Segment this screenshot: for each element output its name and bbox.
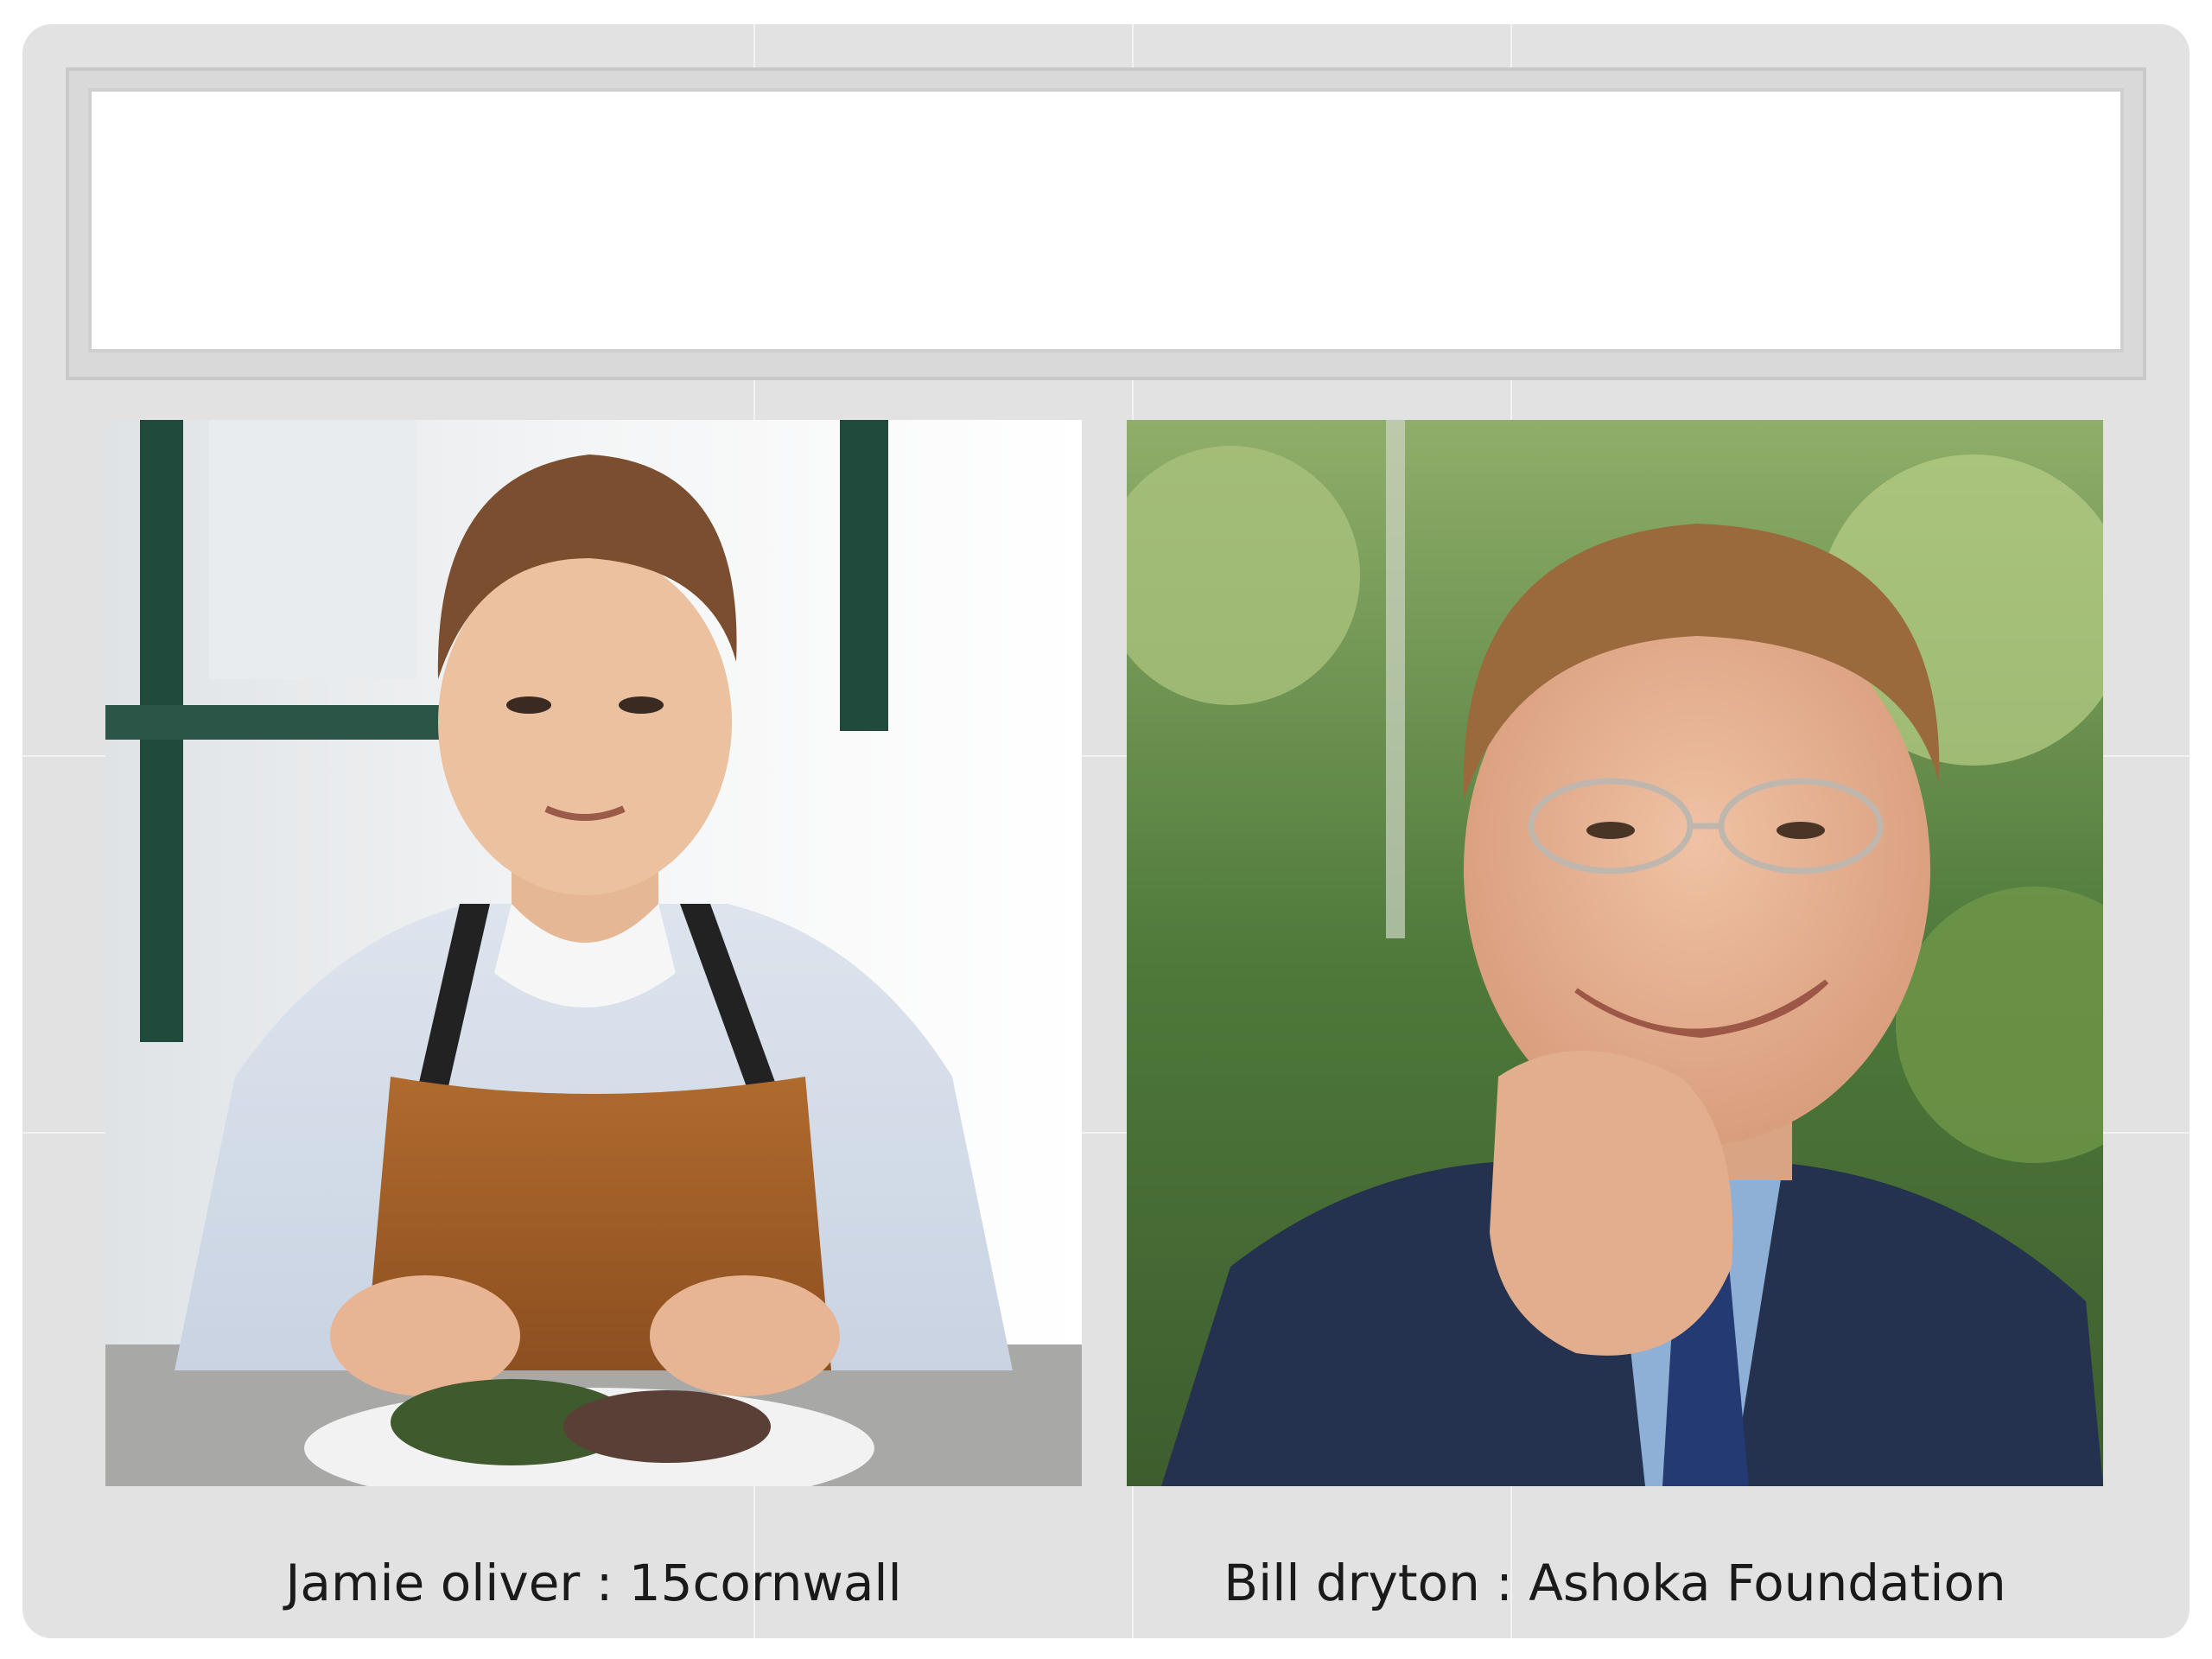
photo-bill-dryton[interactable]	[1127, 420, 2103, 1486]
photo-jamie-oliver[interactable]	[105, 420, 1082, 1486]
title-placeholder[interactable]	[88, 88, 2124, 353]
slide: Jamie oliver : 15cornwall Bill dryton : …	[22, 24, 2190, 1638]
portrait-man-photo	[1127, 420, 2103, 1486]
portrait-chef-photo	[105, 420, 1082, 1486]
caption-left: Jamie oliver : 15cornwall	[285, 1554, 902, 1612]
caption-right: Bill dryton : Ashoka Foundation	[1224, 1554, 2006, 1612]
title-placeholder-frame[interactable]	[66, 67, 2146, 380]
